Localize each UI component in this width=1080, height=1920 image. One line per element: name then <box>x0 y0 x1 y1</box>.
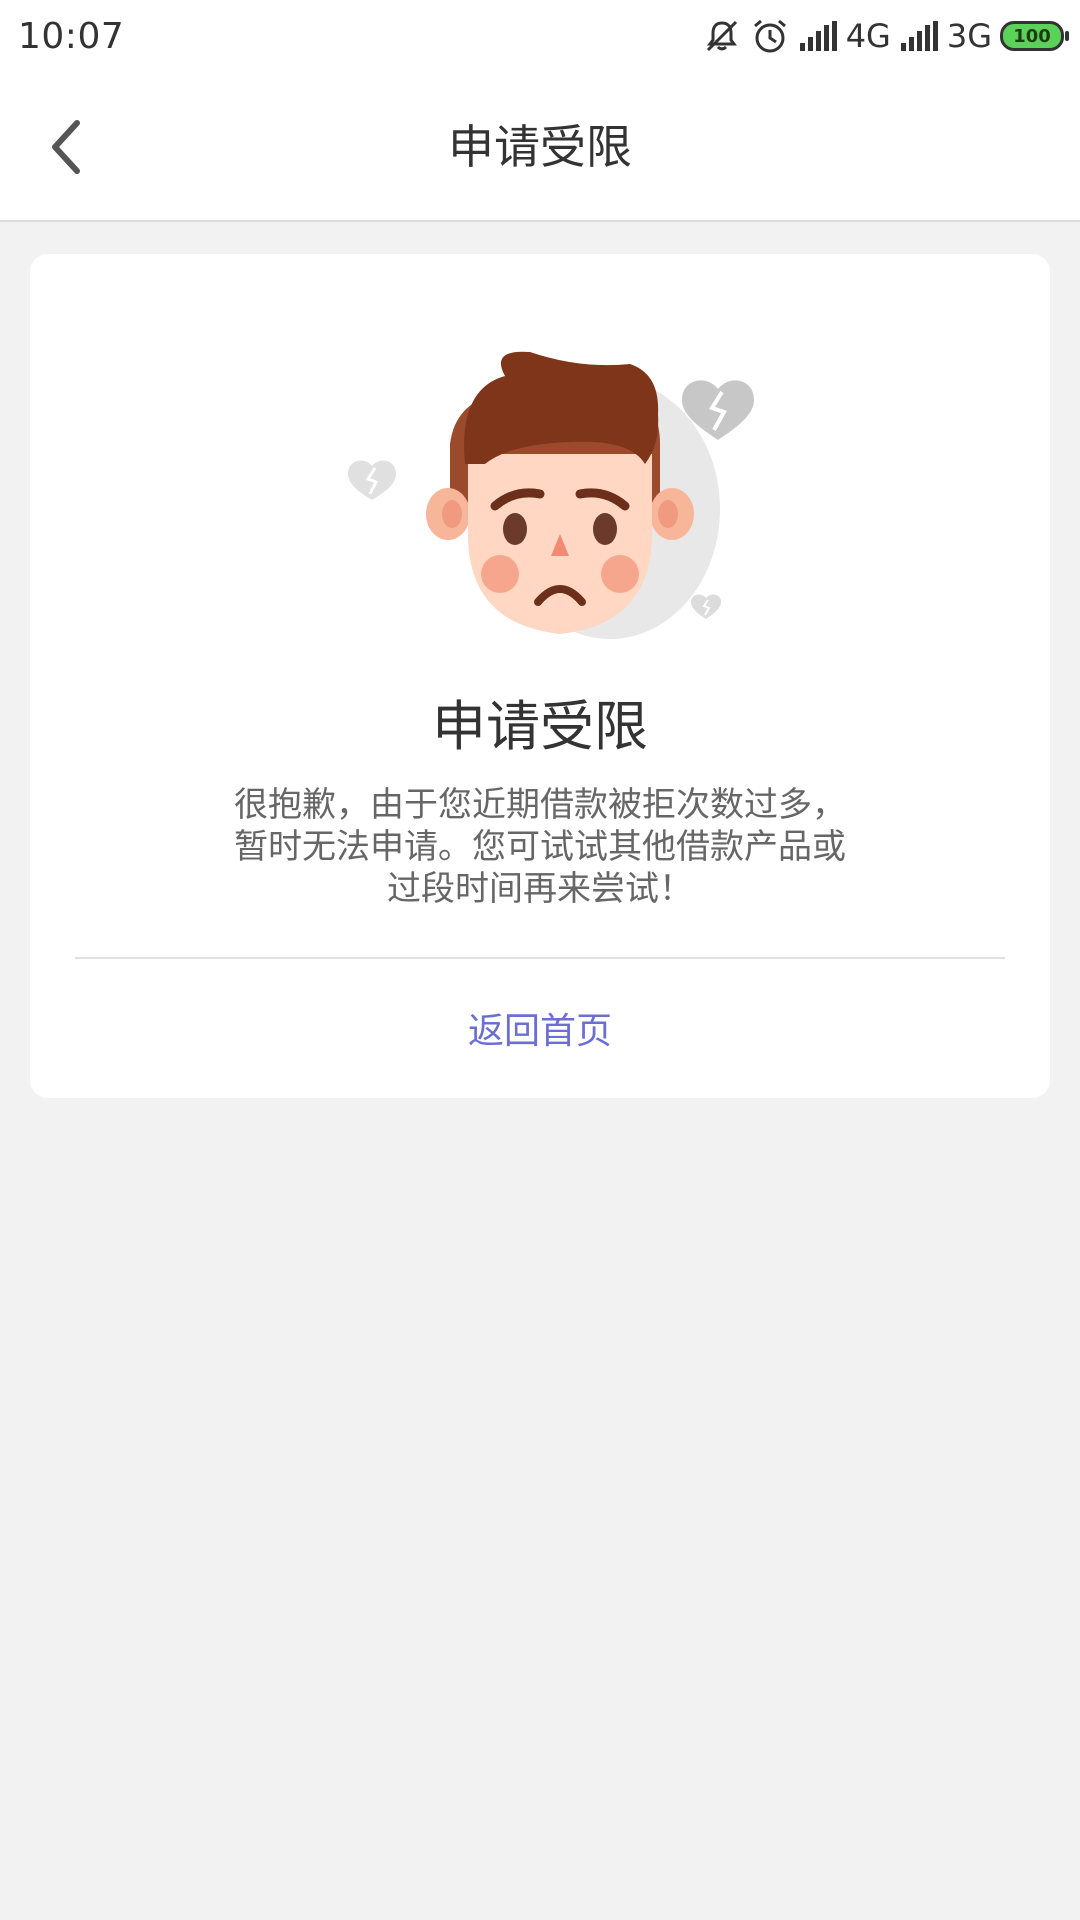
sad-face-illustration <box>348 351 754 639</box>
back-button[interactable] <box>30 112 100 182</box>
return-home-link[interactable]: 返回首页 <box>410 1002 670 1062</box>
title-bar: 申请受限 <box>0 72 1080 222</box>
broken-heart-icon <box>348 460 396 500</box>
status-bar: 10:07 4G 3G 100 <box>0 0 1080 72</box>
restriction-message: 很抱歉，由于您近期借款被拒次数过多， 暂时无法申请。您可试试其他借款产品或 过段… <box>210 784 870 910</box>
page-title: 申请受限 <box>448 120 632 174</box>
restriction-card: 申请受限 很抱歉，由于您近期借款被拒次数过多， 暂时无法申请。您可试试其他借款产… <box>30 254 1050 1098</box>
status-time: 10:07 <box>18 16 125 57</box>
network-4g-label: 4G <box>845 17 891 55</box>
card-title: 申请受限 <box>432 695 648 758</box>
mute-icon <box>706 20 737 52</box>
divider <box>75 957 1005 959</box>
message-line: 过段时间再来尝试！ <box>387 869 693 909</box>
message-line: 很抱歉，由于您近期借款被拒次数过多， <box>234 785 846 825</box>
alarm-icon <box>753 19 786 53</box>
message-line: 暂时无法申请。您可试试其他借款产品或 <box>234 827 846 867</box>
broken-heart-icon <box>691 594 721 619</box>
network-3g-label: 3G <box>946 17 992 55</box>
signal-icon <box>799 21 837 51</box>
battery-icon: 100 <box>1000 21 1069 51</box>
status-icons: 4G 3G 100 <box>702 14 1069 58</box>
chevron-left-icon <box>52 120 80 174</box>
signal-icon <box>900 21 938 51</box>
